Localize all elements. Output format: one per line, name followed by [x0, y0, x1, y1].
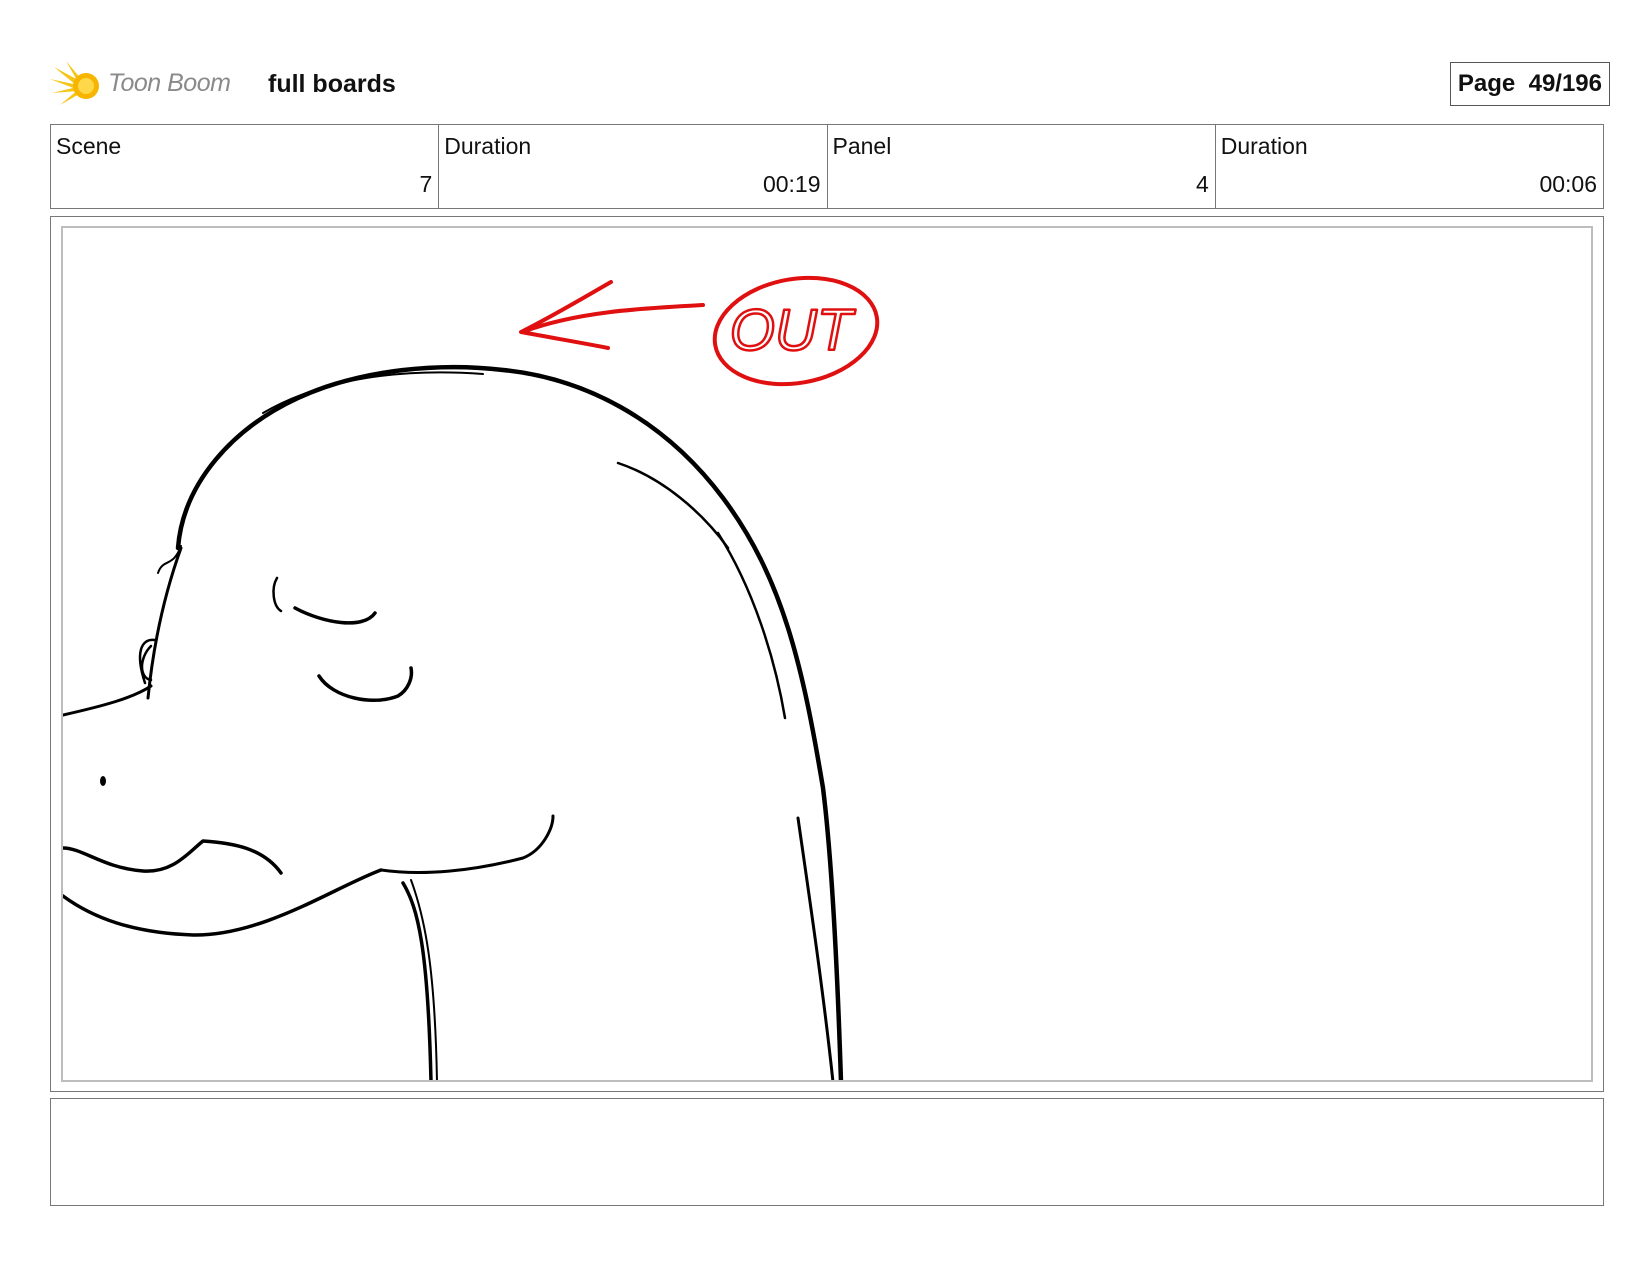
starburst-icon: [50, 61, 99, 105]
scene-duration-cell: Duration 00:19: [439, 125, 828, 208]
scene-value: 7: [419, 171, 433, 197]
scene-duration-value: 00:19: [762, 171, 821, 197]
scene-duration-label: Duration: [444, 133, 532, 159]
panel-duration-label: Duration: [1220, 133, 1308, 159]
toon-boom-logo: Toon Boom: [50, 59, 250, 109]
scene-cell: Scene 7: [51, 125, 440, 208]
page-label: Page: [1457, 70, 1516, 97]
panel-label: Panel: [832, 133, 892, 159]
out-annotation: OUT: [519, 275, 880, 387]
out-label: OUT: [730, 298, 856, 363]
panel-notes-box: [50, 1098, 1604, 1206]
page-header: Toon Boom full boards Page 49/196: [50, 55, 1610, 115]
panel-sketch: OUT: [63, 275, 880, 1080]
logo-wordmark: Toon Boom: [108, 69, 231, 97]
project-title: full boards: [268, 70, 396, 98]
storyboard-panel-image: OUT: [61, 226, 1593, 1082]
panel-value: 4: [1195, 171, 1209, 197]
panel-notes-text: [51, 1099, 1603, 1115]
panel-cell: Panel 4: [828, 125, 1216, 208]
storyboard-panel-frame: OUT: [50, 216, 1604, 1092]
scene-info-table: Scene 7 Duration 00:19 Panel 4 Duration …: [50, 124, 1604, 209]
page-number: 49/196: [1528, 70, 1602, 97]
page-indicator: Page 49/196: [1449, 62, 1610, 106]
scene-label: Scene: [56, 133, 122, 159]
panel-duration-cell: Duration 00:06: [1216, 125, 1603, 208]
character-sketch: [63, 364, 844, 1080]
panel-duration-value: 00:06: [1539, 171, 1597, 197]
